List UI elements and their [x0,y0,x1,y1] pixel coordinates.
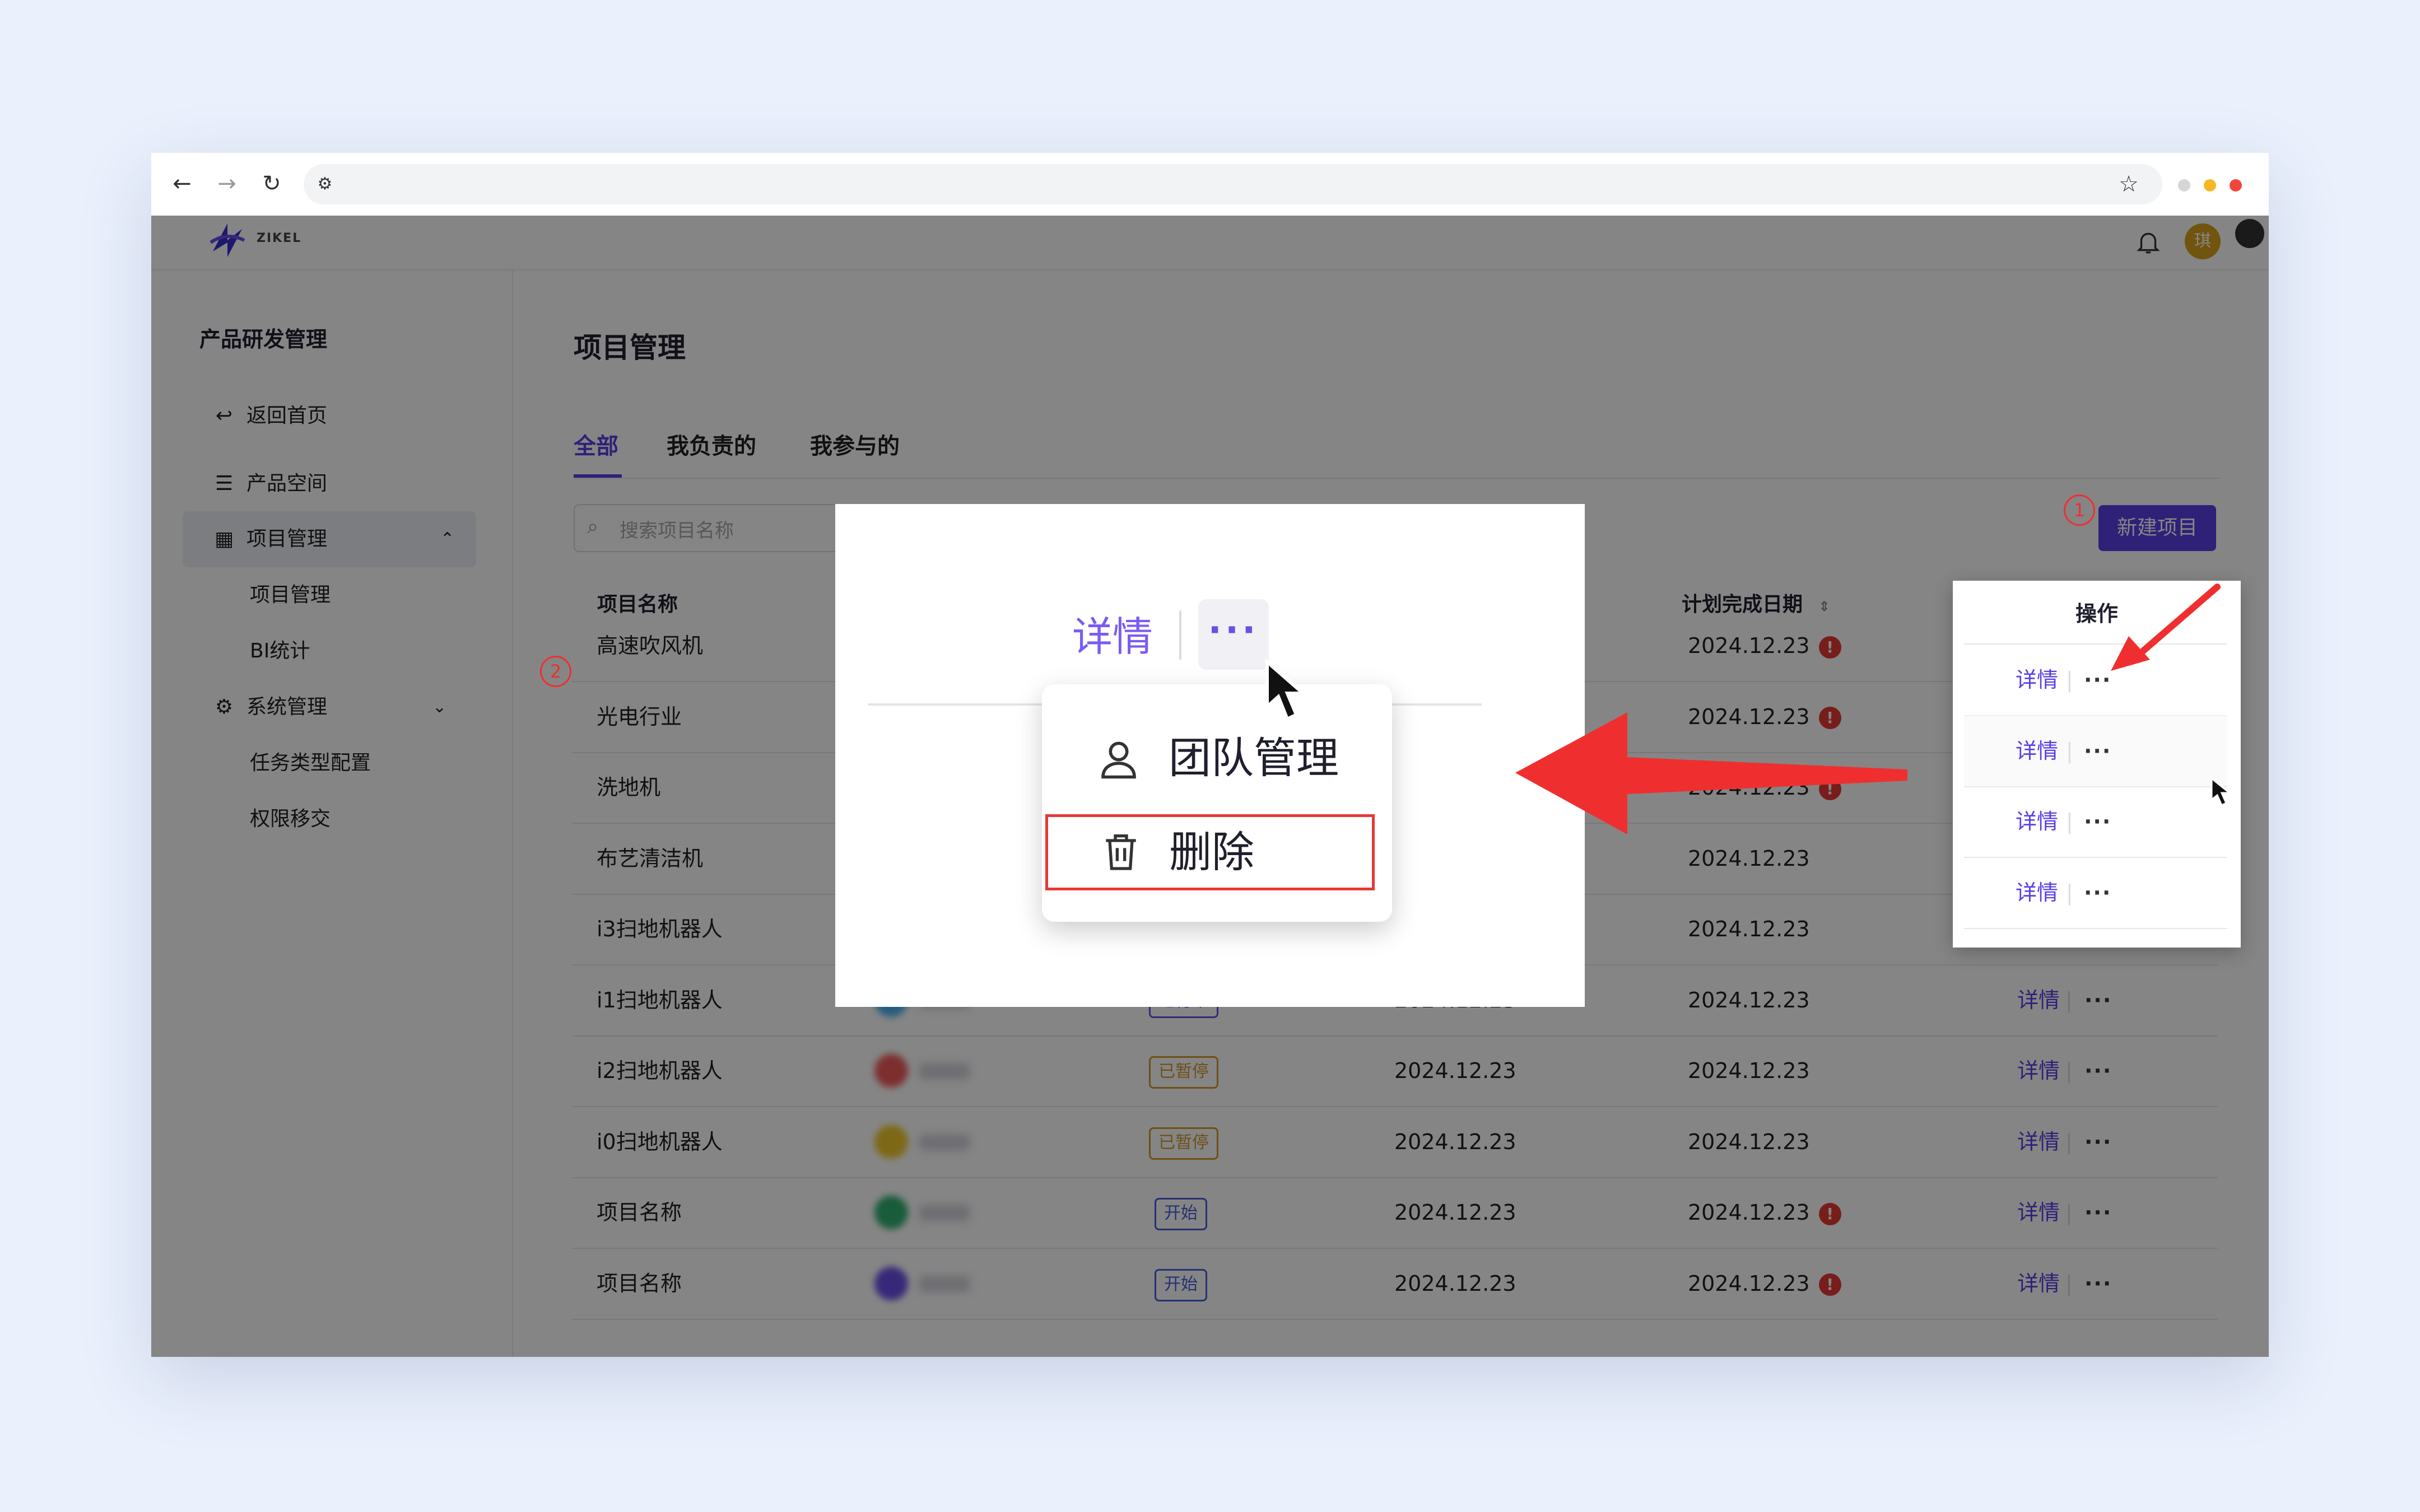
action-separator: | [2066,880,2073,905]
more-actions-menu: 团队管理 删除 [1042,684,1392,922]
zoom-detail-link[interactable]: 详情 [1072,604,1153,662]
step-1-marker: 1 [2064,494,2095,526]
action-row: 详情 | ··· [1964,857,2227,929]
address-bar[interactable]: ⚙ ☆ [304,164,2162,204]
zoom-separator [1179,610,1181,660]
bookmark-star-icon[interactable]: ☆ [2114,170,2143,199]
detail-link[interactable]: 详情 [2016,857,2058,928]
more-actions-button[interactable]: ··· [2084,786,2111,857]
more-actions-button[interactable]: ··· [2084,716,2111,786]
more-actions-button[interactable]: ··· [2084,645,2111,715]
window-dot-red[interactable] [2230,179,2242,192]
menu-item-delete[interactable]: 删除 [1045,814,1375,890]
action-separator: | [2066,738,2073,763]
step-2-marker: 2 [540,656,571,687]
column-header-actions: 操作 [2075,601,2118,626]
actions-column-highlight: 操作 详情 | ··· 详情 | ··· 详情 | ··· 详情 | ··· [1953,581,2241,948]
menu-item-label: 删除 [1169,827,1254,877]
detail-link[interactable]: 详情 [2016,716,2058,786]
forward-icon[interactable]: → [213,170,241,198]
window-dot-gray[interactable] [2178,179,2190,192]
menu-item-team-management[interactable]: 团队管理 [1042,713,1392,803]
detail-link[interactable]: 详情 [2016,786,2058,857]
trash-icon [1106,834,1136,870]
menu-item-label: 团队管理 [1169,733,1339,783]
action-separator: | [2066,809,2073,834]
action-row: 详情 | ··· [1964,715,2227,787]
detail-link[interactable]: 详情 [2016,645,2058,715]
user-icon [1101,741,1136,779]
reload-icon[interactable]: ↻ [258,170,286,198]
back-icon[interactable]: ← [168,170,196,198]
site-info-icon[interactable]: ⚙ [311,171,338,198]
zoom-more-button[interactable]: ··· [1198,599,1269,670]
more-actions-button[interactable]: ··· [2084,857,2111,928]
action-separator: | [2066,668,2073,692]
action-row: 详情 | ··· [1964,786,2227,858]
browser-toolbar: ← → ↻ ⚙ ☆ [151,153,2269,216]
window-dot-yellow[interactable] [2204,179,2216,192]
action-row: 详情 | ··· [1964,645,2227,716]
